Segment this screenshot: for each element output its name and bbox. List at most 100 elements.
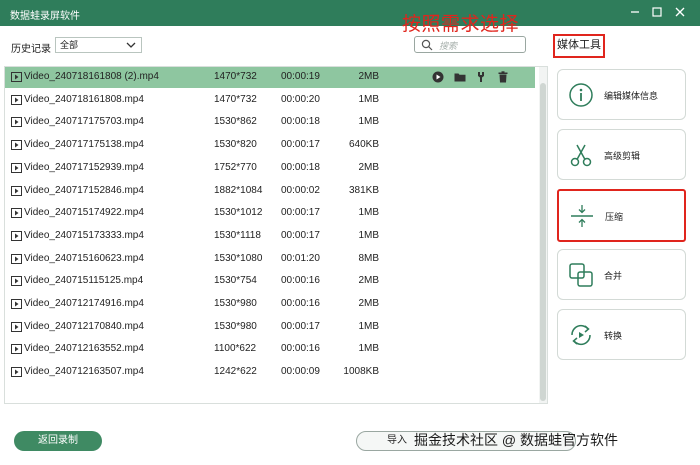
- file-size: 1008KB: [343, 366, 379, 378]
- scrollbar-thumb[interactable]: [540, 83, 546, 401]
- annotation-text: 按照需求选择: [402, 14, 520, 35]
- file-resolution: 1752*770: [214, 161, 257, 173]
- file-size: 2MB: [358, 161, 379, 173]
- delete-icon[interactable]: [497, 71, 509, 83]
- file-row[interactable]: Video_240715173333.mp4 1530*1118 00:00:17 1…: [5, 226, 535, 247]
- file-resolution: 1530*980: [214, 320, 257, 332]
- tool-convert[interactable]: 转换: [557, 309, 686, 360]
- tool-label: 转换: [604, 331, 623, 341]
- media-tools-title: 媒体工具: [553, 34, 605, 58]
- file-size: 381KB: [348, 184, 379, 196]
- video-file-icon: [11, 344, 22, 355]
- file-row[interactable]: Video_240712170840.mp4 1530*980 00:00:17 1M…: [5, 317, 535, 338]
- video-file-icon: [11, 321, 22, 332]
- file-row[interactable]: Video_240715160623.mp4 1530*1080 00:01:20 8…: [5, 249, 535, 270]
- file-resolution: 1530*1012: [214, 207, 263, 219]
- video-file-icon: [11, 117, 22, 128]
- file-size: 1MB: [358, 207, 379, 219]
- chevron-down-icon: [125, 38, 137, 52]
- close-icon[interactable]: [673, 5, 687, 19]
- file-resolution: 1530*862: [214, 116, 257, 128]
- file-name: Video_240717175138.mp4: [24, 139, 144, 151]
- file-name: Video_240715160623.mp4: [24, 252, 144, 264]
- file-name: Video_240712163552.mp4: [24, 343, 144, 355]
- file-name: Video_240717152846.mp4: [24, 184, 144, 196]
- tool-label: 压缩: [605, 212, 624, 222]
- filter-select[interactable]: 全部: [55, 37, 142, 53]
- file-list[interactable]: Video_240718161808 (2).mp4 1470*732 00:00:…: [4, 66, 548, 404]
- file-row[interactable]: Video_240717175138.mp4 1530*820 00:00:17 64…: [5, 135, 535, 156]
- video-file-icon: [11, 299, 22, 309]
- file-size: 2MB: [358, 298, 379, 309]
- video-file-icon: [11, 162, 22, 173]
- tool-advanced-edit[interactable]: 高级剪辑: [557, 129, 686, 180]
- tool-compress[interactable]: 压缩: [557, 189, 686, 242]
- watermark-text: 掘金技术社区 @ 数据蛙官方软件: [414, 432, 618, 448]
- info-icon: [568, 82, 594, 108]
- file-duration: 00:00:17: [281, 207, 320, 219]
- play-icon[interactable]: [432, 71, 444, 83]
- file-duration: 00:00:20: [281, 93, 320, 105]
- title-bar: 数据蛙录屏软件: [0, 0, 700, 26]
- file-row[interactable]: Video_240715174922.mp4 1530*1012 00:00:17 1…: [5, 203, 535, 224]
- file-duration: 00:00:17: [281, 320, 320, 332]
- file-resolution: 1530*1118: [214, 229, 261, 241]
- file-size: 8MB: [358, 252, 379, 264]
- file-size: 640KB: [348, 139, 379, 151]
- history-label: 历史记录: [11, 44, 51, 55]
- file-name: Video_240712174916.mp4: [24, 298, 144, 309]
- file-resolution: 1530*1080: [214, 252, 263, 264]
- file-duration: 00:00:17: [281, 139, 320, 151]
- file-row[interactable]: Video_240712174916.mp4 1530*980 00:00:16 2M…: [5, 294, 535, 315]
- video-file-icon: [11, 230, 22, 241]
- tool-edit-media-info[interactable]: 编辑媒体信息: [557, 69, 686, 120]
- file-size: 1MB: [358, 229, 379, 241]
- video-file-icon: [11, 140, 22, 151]
- video-file-icon: [11, 367, 22, 378]
- file-row[interactable]: Video_240718161808 (2).mp4 1470*732 00:00:…: [5, 67, 535, 88]
- file-size: 1MB: [358, 320, 379, 332]
- video-file-icon: [11, 94, 22, 105]
- file-resolution: 1242*622: [214, 366, 257, 378]
- file-row[interactable]: Video_240712163507.mp4 1242*622 00:00:09 10…: [5, 362, 535, 383]
- file-name: Video_240718161808.mp4: [24, 93, 144, 105]
- tool-label: 高级剪辑: [604, 151, 641, 161]
- file-size: 1MB: [358, 93, 379, 105]
- video-file-icon: [11, 253, 22, 264]
- tool-label: 编辑媒体信息: [604, 91, 659, 101]
- search-input[interactable]: 搜索: [414, 36, 526, 53]
- folder-icon[interactable]: [454, 71, 466, 83]
- convert-icon: [568, 322, 594, 348]
- file-row[interactable]: Video_240717152939.mp4 1752*770 00:00:18 2M…: [5, 158, 535, 179]
- file-row[interactable]: Video_240717175703.mp4 1530*862 00:00:18 1M…: [5, 112, 535, 133]
- filter-value: 全部: [60, 40, 79, 50]
- file-resolution: 1530*980: [214, 298, 257, 309]
- file-resolution: 1100*622: [214, 343, 257, 355]
- file-row[interactable]: Video_240712163552.mp4 1100*622 00:00:16 1M…: [5, 339, 535, 360]
- back-to-record-button[interactable]: 返回录制: [14, 431, 102, 451]
- file-duration: 00:00:16: [281, 298, 320, 309]
- file-duration: 00:00:09: [281, 366, 320, 378]
- minimize-icon[interactable]: [628, 5, 642, 19]
- video-file-icon: [11, 208, 22, 219]
- file-resolution: 1530*820: [214, 139, 257, 151]
- wrench-icon[interactable]: [476, 71, 488, 83]
- file-row[interactable]: Video_240718161808.mp4 1470*732 00:00:20 1M…: [5, 90, 535, 111]
- file-duration: 00:00:19: [281, 71, 320, 82]
- file-duration: 00:01:20: [281, 252, 320, 264]
- file-size: 2MB: [358, 71, 379, 82]
- scrollbar[interactable]: [539, 67, 547, 403]
- file-name: Video_240712170840.mp4: [24, 320, 144, 332]
- file-row[interactable]: Video_240717152846.mp4 1882*1084 00:00:02 3…: [5, 181, 535, 202]
- file-duration: 00:00:18: [281, 161, 320, 173]
- maximize-icon[interactable]: [650, 5, 664, 19]
- window-title: 数据蛙录屏软件: [10, 11, 80, 22]
- search-placeholder: 搜索: [439, 41, 458, 51]
- file-duration: 00:00:17: [281, 229, 320, 241]
- file-duration: 00:00:16: [281, 275, 320, 287]
- video-file-icon: [11, 72, 22, 82]
- file-row[interactable]: Video_240715115125.mp4 1530*754 00:00:16 2M…: [5, 271, 535, 292]
- video-file-icon: [11, 276, 22, 287]
- video-file-icon: [11, 185, 22, 196]
- tool-merge[interactable]: 合并: [557, 249, 686, 300]
